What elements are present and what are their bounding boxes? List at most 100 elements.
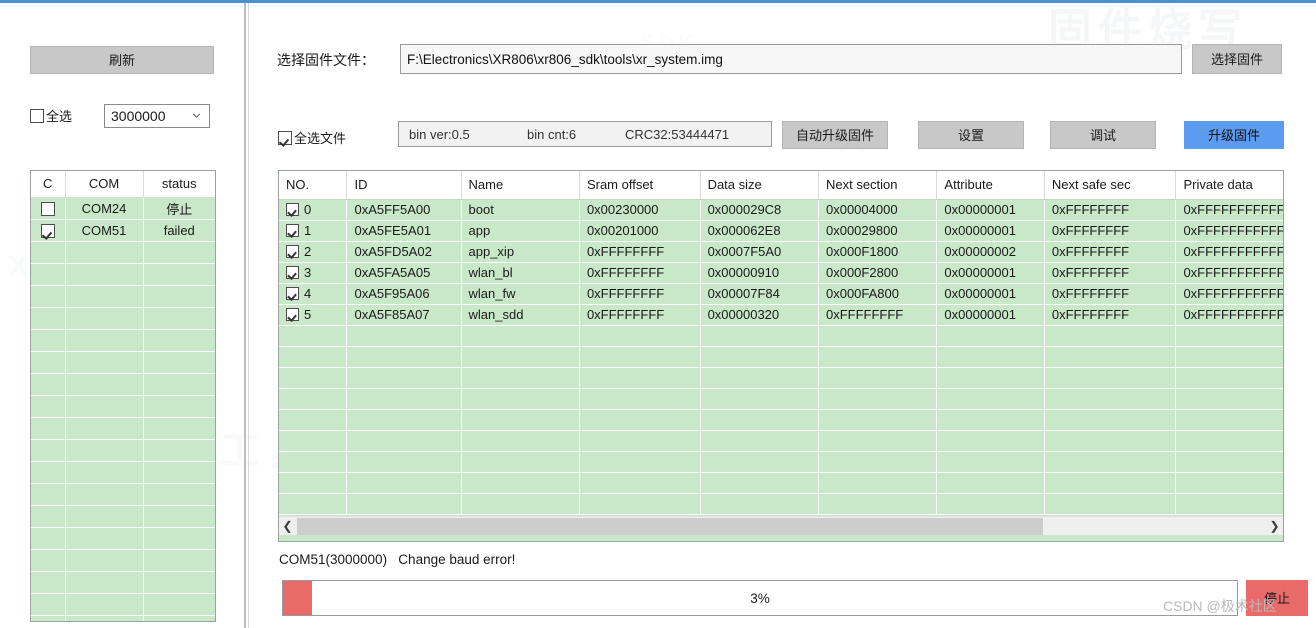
com-table-empty-row[interactable]	[31, 351, 215, 374]
bin-cell-data-size: 0x00000320	[700, 304, 819, 326]
com-table-empty-row[interactable]	[31, 241, 215, 264]
bin-row-number: 0	[304, 202, 312, 217]
bin-cell-id: 0xA5FE5A01	[346, 220, 462, 242]
bin-header-name[interactable]: Name	[461, 171, 580, 200]
select-all-ports-label: 全选	[46, 109, 73, 124]
bin-table-empty-row[interactable]	[279, 451, 1283, 473]
baudrate-select[interactable]: 3000000	[104, 104, 210, 128]
bin-cell-no[interactable]: 2	[279, 241, 348, 263]
com-table-row[interactable]: COM24 停止	[31, 197, 215, 220]
auto-upgrade-firmware-button[interactable]: 自动升级固件	[782, 121, 888, 149]
bin-row-checkbox[interactable]	[286, 308, 299, 321]
bin-table-row[interactable]: 5 0xA5F85A07 wlan_sdd 0xFFFFFFFF 0x00000320 0…	[279, 304, 1283, 326]
bin-table-row[interactable]: 0 0xA5FF5A00 boot 0x00230000 0x000029C8 0x000…	[279, 199, 1283, 221]
com-table-empty-row[interactable]	[31, 439, 215, 462]
bin-row-checkbox[interactable]	[286, 224, 299, 237]
com-table-row[interactable]: COM51 failed	[31, 219, 215, 242]
com-table-empty-row[interactable]	[31, 505, 215, 528]
bin-row-checkbox[interactable]	[286, 203, 299, 216]
bin-table-row[interactable]: 4 0xA5F95A06 wlan_fw 0xFFFFFFFF 0x00007F84 0x…	[279, 283, 1283, 305]
bin-cell-attribute: 0x00000001	[936, 220, 1045, 242]
bin-table-empty-row[interactable]	[279, 325, 1283, 347]
bin-cell-no[interactable]: 1	[279, 220, 348, 242]
scroll-left-arrow-icon[interactable]: ❮	[279, 518, 296, 535]
select-all-ports-checkbox[interactable]	[30, 108, 44, 123]
bin-table-empty-row[interactable]	[279, 493, 1283, 515]
com-table-empty-row[interactable]	[31, 329, 215, 352]
com-header-status: status	[143, 171, 215, 198]
select-all-ports-row[interactable]: 全选	[30, 106, 72, 125]
select-firmware-button[interactable]: 选择固件	[1192, 44, 1282, 74]
com-row-checkbox-cell[interactable]	[31, 197, 66, 220]
stop-button[interactable]: 停止	[1246, 580, 1308, 616]
com-table-empty-row[interactable]	[31, 395, 215, 418]
bin-table-row[interactable]: 2 0xA5FD5A02 app_xip 0xFFFFFFFF 0x0007F5A0 0x…	[279, 241, 1283, 263]
select-all-files-row[interactable]: 全选文件	[278, 128, 346, 147]
table-horizontal-scrollbar[interactable]: ❮ ❯	[279, 516, 1283, 535]
bin-header-sram-offset[interactable]: Sram offset	[579, 171, 701, 200]
com-row-checkbox[interactable]	[40, 201, 55, 216]
com-row-checkbox[interactable]	[40, 223, 55, 238]
bin-cell-no[interactable]: 0	[279, 199, 348, 221]
scroll-right-arrow-icon[interactable]: ❯	[1266, 518, 1283, 535]
bin-cell-no[interactable]: 5	[279, 304, 348, 326]
com-table-empty-row[interactable]	[31, 483, 215, 506]
refresh-button[interactable]: 刷新	[30, 46, 214, 74]
com-row-status: 停止	[143, 197, 215, 220]
com-table-empty-row[interactable]	[31, 373, 215, 396]
bin-header-id[interactable]: ID	[346, 171, 462, 200]
bin-cell-next-safe-sec: 0xFFFFFFFF	[1044, 304, 1177, 326]
com-table-empty-row[interactable]	[31, 571, 215, 594]
bin-header-next-safe-sec[interactable]: Next safe sec	[1044, 171, 1177, 200]
scrollbar-thumb[interactable]	[297, 517, 1043, 535]
bin-cell-next-safe-sec: 0xFFFFFFFF	[1044, 220, 1177, 242]
bin-row-checkbox[interactable]	[286, 287, 299, 300]
bin-cell-next-safe-sec: 0xFFFFFFFF	[1044, 262, 1177, 284]
settings-button[interactable]: 设置	[918, 121, 1024, 149]
com-table-empty-row[interactable]	[31, 593, 215, 616]
upgrade-firmware-button[interactable]: 升级固件	[1184, 121, 1284, 149]
bin-table-empty-row[interactable]	[279, 346, 1283, 368]
com-port-table[interactable]: C COM status COM24 停止 COM51 failed	[30, 170, 216, 622]
bin-header-next-section[interactable]: Next section	[818, 171, 938, 200]
bin-row-checkbox[interactable]	[286, 245, 299, 258]
bin-row-number: 2	[304, 244, 312, 259]
bin-row-checkbox[interactable]	[286, 266, 299, 279]
com-table-empty-row[interactable]	[31, 527, 215, 550]
bin-table-empty-row[interactable]	[279, 388, 1283, 410]
bin-header-private-data[interactable]: Private data	[1175, 171, 1283, 200]
bin-cell-no[interactable]: 3	[279, 262, 348, 284]
bin-table-empty-row[interactable]	[279, 472, 1283, 494]
bin-table-empty-row[interactable]	[279, 430, 1283, 452]
bin-cell-private-data: 0xFFFFFFFFFFFFFFFFFFFFFFFF	[1175, 283, 1283, 305]
firmware-path-input[interactable]	[400, 44, 1182, 74]
select-all-files-checkbox[interactable]	[278, 130, 292, 145]
bin-table-empty-row[interactable]	[279, 409, 1283, 431]
com-table-empty-row[interactable]	[31, 461, 215, 484]
com-table-empty-row[interactable]	[31, 417, 215, 440]
com-row-checkbox-cell[interactable]	[31, 219, 66, 242]
com-table-empty-row[interactable]	[31, 307, 215, 330]
debug-button[interactable]: 调试	[1050, 121, 1156, 149]
firmware-sections-table[interactable]: NO. ID Name Sram offset Data size Next sectio…	[278, 170, 1284, 542]
bin-header-attribute[interactable]: Attribute	[936, 171, 1045, 200]
com-table-empty-row[interactable]	[31, 263, 215, 286]
com-table-empty-row[interactable]	[31, 549, 215, 572]
bin-cell-next-section: 0x00004000	[818, 199, 938, 221]
bin-cell-no[interactable]: 4	[279, 283, 348, 305]
bin-info-field: bin ver:0.5 bin cnt:6 CRC32:53444471	[398, 121, 772, 147]
bin-cell-id: 0xA5FF5A00	[346, 199, 462, 221]
bin-cell-private-data: 0xFFFFFFFFFFFFFFFFFFFFFFFF	[1175, 241, 1283, 263]
bin-cell-attribute: 0x00000001	[936, 283, 1045, 305]
bin-cell-data-size: 0x000062E8	[700, 220, 819, 242]
bin-table-empty-row[interactable]	[279, 367, 1283, 389]
bin-header-no[interactable]: NO.	[279, 171, 348, 200]
bin-table-row[interactable]: 1 0xA5FE5A01 app 0x00201000 0x000062E8 0x0002…	[279, 220, 1283, 242]
bin-table-row[interactable]: 3 0xA5FA5A05 wlan_bl 0xFFFFFFFF 0x00000910 0x…	[279, 262, 1283, 284]
com-table-empty-row[interactable]	[31, 285, 215, 308]
bin-header-data-size[interactable]: Data size	[700, 171, 819, 200]
com-table-empty-row[interactable]	[31, 615, 215, 621]
com-table-header-row: C COM status	[31, 171, 215, 198]
scrollbar-track[interactable]	[1043, 517, 1266, 535]
progress-percent-label: 3%	[750, 590, 770, 606]
